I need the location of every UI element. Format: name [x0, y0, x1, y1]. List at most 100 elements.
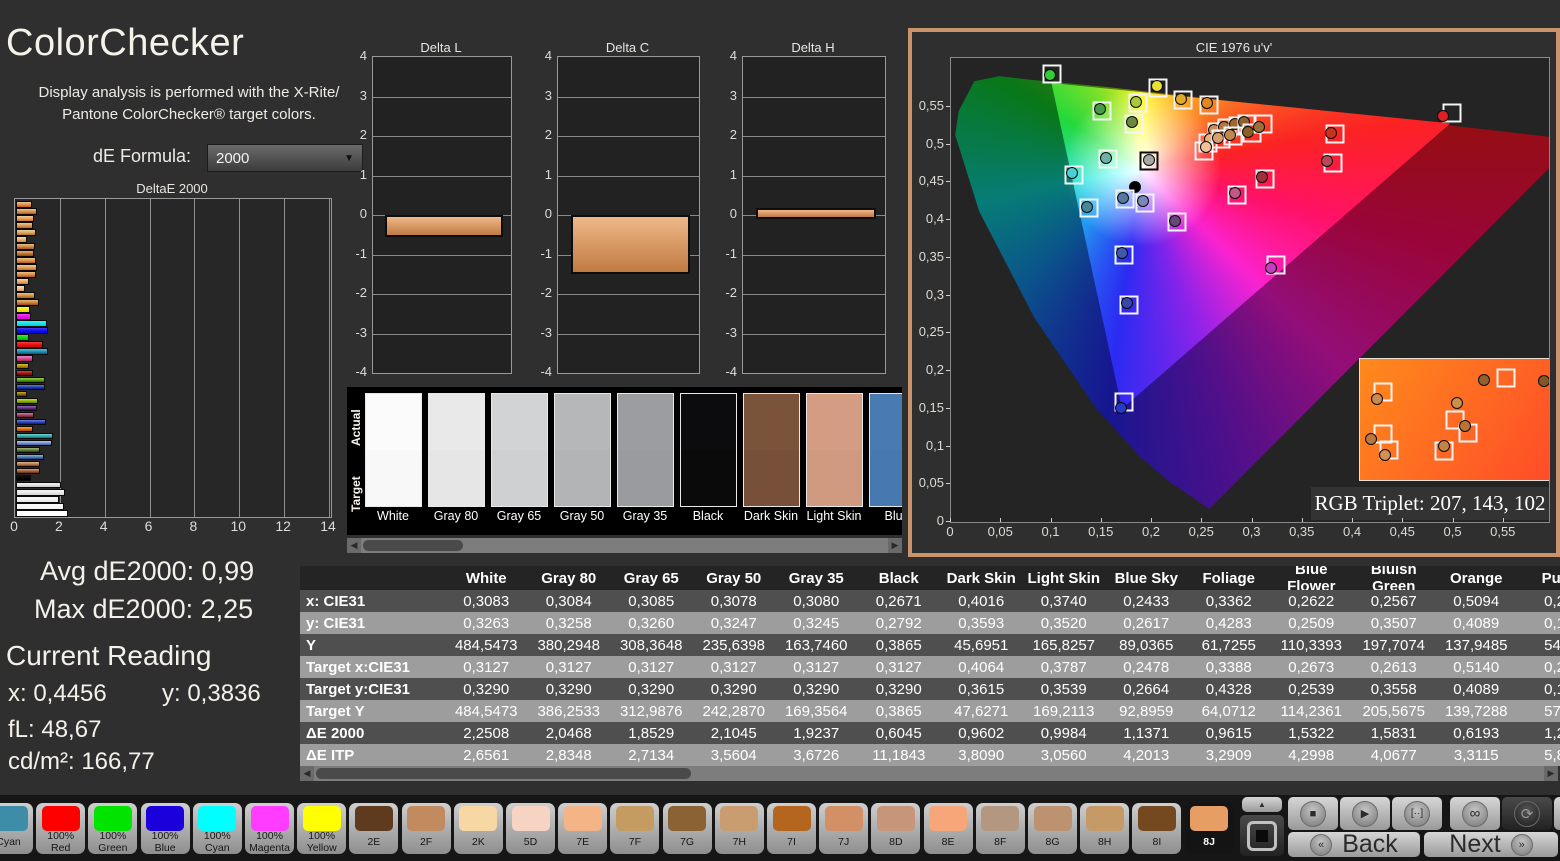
y-tick-label: 2: [544, 127, 552, 142]
patch-actual: [492, 394, 547, 450]
patch-swatch[interactable]: [491, 393, 548, 507]
next-button[interactable]: Next »: [1424, 830, 1558, 858]
y-tick: [946, 521, 950, 522]
patch-color-swatch: [824, 806, 863, 831]
patch-button-100-blue[interactable]: 100% Blue: [140, 803, 190, 854]
x-tick: [1000, 518, 1002, 522]
continuous-button[interactable]: ∞: [1450, 797, 1500, 830]
deltae-chart-title: DeltaE 2000: [136, 181, 208, 196]
table-cell: 3,8090: [958, 746, 1005, 764]
x-tick: [1502, 518, 1504, 522]
patch-button-2f[interactable]: 2F: [401, 803, 451, 854]
x-tick-label: 0,25: [1188, 524, 1214, 539]
patch-swatch[interactable]: [869, 393, 902, 507]
patch-button-7i[interactable]: 7I: [767, 803, 816, 854]
patch-button-2k[interactable]: 2K: [453, 803, 503, 854]
back-button[interactable]: « Back: [1288, 830, 1420, 858]
column-header: Gray 80: [541, 569, 597, 587]
patch-button-2e[interactable]: 2E: [349, 803, 399, 854]
gridline: [373, 136, 511, 137]
gridline: [743, 254, 885, 256]
patch-swatch[interactable]: [806, 393, 863, 507]
patch-button-8f[interactable]: 8F: [975, 803, 1025, 854]
patch-button-8i[interactable]: 8I: [1132, 803, 1182, 854]
scroll-left-icon[interactable]: ◀: [347, 538, 361, 553]
patch-button-5d[interactable]: 5D: [506, 803, 555, 854]
strip-scrollbar-thumb[interactable]: [363, 540, 463, 551]
table-cell: 2,8348: [545, 746, 592, 764]
patch-button-100-cyan[interactable]: 100% Cyan: [192, 803, 242, 854]
patch-button-100-green[interactable]: 100% Green: [88, 803, 138, 854]
patch-button-100-magenta[interactable]: 100% Magenta: [245, 803, 294, 854]
patch-button-7j[interactable]: 7J: [819, 803, 869, 854]
patch-color-swatch: [250, 806, 289, 831]
patch-button-7g[interactable]: 7G: [662, 803, 712, 854]
patch-swatch[interactable]: [680, 393, 737, 507]
inset-measured-point: [1458, 419, 1471, 432]
table-cell: 57,1: [1544, 702, 1560, 720]
patch-button-label: 100% Magenta: [249, 830, 290, 854]
table-cell: 0,3290: [463, 680, 510, 698]
patch-button-7e[interactable]: 7E: [558, 803, 608, 854]
patch-swatch[interactable]: [428, 393, 485, 507]
patch-button-8h[interactable]: 8H: [1080, 803, 1130, 854]
patch-button-label: 8J: [1203, 835, 1215, 848]
de-formula-dropdown[interactable]: 2000 ▼: [207, 144, 363, 172]
table-cell: 4,0677: [1370, 746, 1417, 764]
strip-scrollbar[interactable]: ◀ ▶: [347, 538, 902, 553]
scroll-up-button[interactable]: ▲: [1242, 797, 1282, 812]
table-scrollbar-thumb[interactable]: [316, 768, 691, 779]
table-cell: 0,3290: [628, 680, 675, 698]
patch-button-100-red[interactable]: 100% Red: [36, 803, 86, 854]
de2000-bar: [16, 271, 36, 278]
stop-button[interactable]: ■: [1288, 797, 1338, 830]
patch-swatch[interactable]: [617, 393, 674, 507]
scroll-left-icon[interactable]: ◀: [300, 766, 314, 781]
y-tick-label: -1: [540, 245, 552, 261]
inset-measured-point: [1477, 373, 1490, 386]
table-cell: 0,3083: [463, 592, 510, 610]
page-title: ColorChecker: [6, 22, 245, 64]
table-cell: 0,2539: [1288, 680, 1335, 698]
patch-swatch[interactable]: [743, 393, 800, 507]
patch-button-cyan[interactable]: Cyan: [0, 803, 33, 854]
patch-swatch[interactable]: [365, 393, 422, 507]
table-cell: 0,3127: [463, 658, 510, 676]
delta-bar: [570, 215, 691, 275]
scroll-right-icon[interactable]: ▶: [888, 538, 902, 553]
patch-button-8d[interactable]: 8D: [871, 803, 921, 854]
inset-measured-point: [1538, 374, 1549, 387]
table-cell: 4,2013: [1123, 746, 1170, 764]
patch-button-8j[interactable]: 8J: [1184, 803, 1234, 854]
patch-target: [807, 450, 862, 506]
scroll-right-icon[interactable]: ▶: [1544, 766, 1558, 781]
column-header: Orange: [1449, 569, 1503, 587]
interval-icon: [··]: [1404, 800, 1430, 827]
patch-label: White: [377, 509, 409, 523]
table-cell: 197,7074: [1362, 636, 1426, 654]
table-cell: 54,5: [1544, 636, 1560, 654]
interval-button[interactable]: [··]: [1392, 797, 1442, 830]
extra-button[interactable]: [1554, 797, 1560, 830]
table-cell: 2,2508: [463, 724, 510, 742]
patch-swatch[interactable]: [554, 393, 611, 507]
table-cell: 0,3539: [1040, 680, 1087, 698]
rgb-triplet-label: RGB Triplet: 207, 143, 102: [1311, 487, 1549, 520]
patch-button-100-yellow[interactable]: 100% Yellow: [297, 803, 347, 854]
de2000-bar: [16, 439, 53, 447]
patch-button-7f[interactable]: 7F: [610, 803, 660, 854]
table-scrollbar[interactable]: ◀ ▶: [300, 766, 1558, 781]
patch-button-8g[interactable]: 8G: [1028, 803, 1077, 854]
patch-button-8e[interactable]: 8E: [923, 803, 973, 854]
play-button[interactable]: ▶: [1340, 797, 1390, 830]
table-cell: 1,1371: [1123, 724, 1170, 742]
table-cell: 0,3085: [628, 592, 675, 610]
delta-chart: [372, 56, 512, 374]
patch-color-swatch: [981, 806, 1020, 831]
table-row: ΔE 2000 2,2508 2,0468 1,8529 2,1045 1,9237 0,6…: [300, 722, 1560, 744]
x-tick-label: 0: [10, 518, 18, 534]
patch-button-7h[interactable]: 7H: [714, 803, 764, 854]
loop-button[interactable]: ⟳: [1502, 797, 1552, 830]
measurement-table: White Gray 80 Gray 65 Gray 50 Gray 35 Black Da…: [300, 566, 1560, 766]
stop-measurement-button[interactable]: [1240, 815, 1284, 856]
